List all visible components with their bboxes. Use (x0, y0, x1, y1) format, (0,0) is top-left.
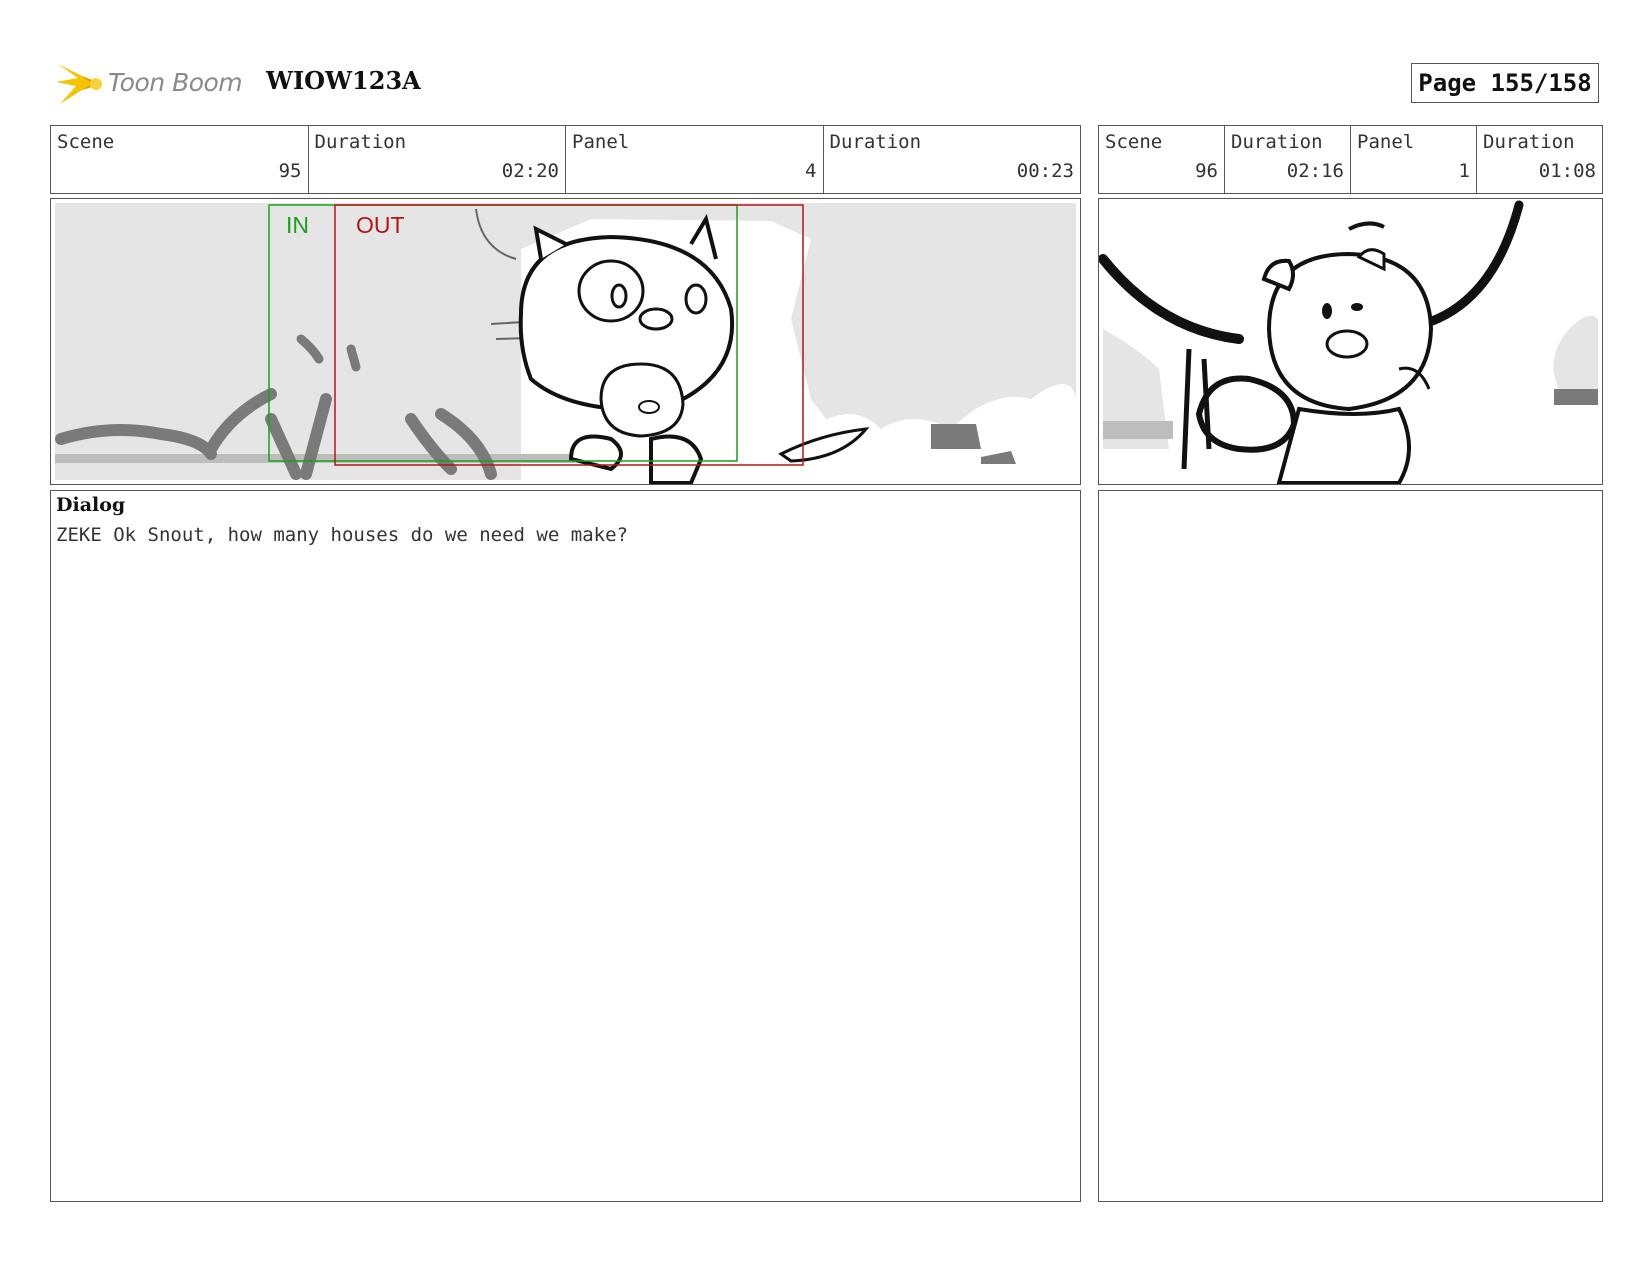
duration-cell: Duration 02:16 (1225, 126, 1351, 193)
panel-duration-label: Duration (829, 131, 922, 153)
panel-duration-value: 01:08 (1538, 160, 1596, 182)
panel-value: 1 (1458, 160, 1470, 182)
duration-label: Duration (314, 131, 407, 153)
out-frame-label: OUT (356, 212, 405, 238)
dialog-box (50, 490, 1081, 1202)
storyboard-sketch-left (55, 203, 1076, 484)
storyboard-panel-left (50, 198, 1081, 485)
storyboard-panel-right (1098, 198, 1603, 485)
panel-label: Panel (572, 131, 630, 153)
left-info-bar: Scene 95 Duration 02:20 Panel 4 Duration… (50, 125, 1081, 194)
panel-cell: Panel 1 (1351, 126, 1477, 193)
panel-cell: Panel 4 (566, 126, 824, 193)
sunburst-icon (56, 64, 102, 104)
page-number: Page 155/158 (1411, 63, 1599, 103)
panel-value: 4 (805, 160, 817, 182)
duration-cell: Duration 02:20 (309, 126, 566, 193)
storyboard-sketch-right (1099, 200, 1598, 484)
duration-label: Duration (1231, 131, 1323, 153)
scene-cell: Scene 96 (1099, 126, 1225, 193)
document-title: WIOW123A (266, 66, 421, 95)
scene-value: 96 (1195, 160, 1218, 182)
dialog-heading: Dialog (56, 494, 126, 516)
right-info-bar: Scene 96 Duration 02:16 Panel 1 Duration… (1098, 125, 1603, 194)
panel-duration-cell: Duration 00:23 (824, 126, 1081, 193)
scene-cell: Scene 95 (51, 126, 309, 193)
panel-label: Panel (1357, 131, 1415, 153)
in-frame-label: IN (286, 212, 309, 238)
panel-duration-cell: Duration 01:08 (1477, 126, 1602, 193)
duration-value: 02:16 (1286, 160, 1344, 182)
scene-label: Scene (1105, 131, 1163, 153)
dialog-box-right (1098, 490, 1603, 1202)
panel-duration-label: Duration (1483, 131, 1575, 153)
duration-value: 02:20 (501, 160, 559, 182)
scene-label: Scene (57, 131, 115, 153)
logo-text: Toon Boom (108, 68, 243, 97)
panel-duration-value: 00:23 (1016, 160, 1074, 182)
dialog-text: ZEKE Ok Snout, how many houses do we nee… (56, 524, 628, 546)
scene-value: 95 (278, 160, 302, 182)
